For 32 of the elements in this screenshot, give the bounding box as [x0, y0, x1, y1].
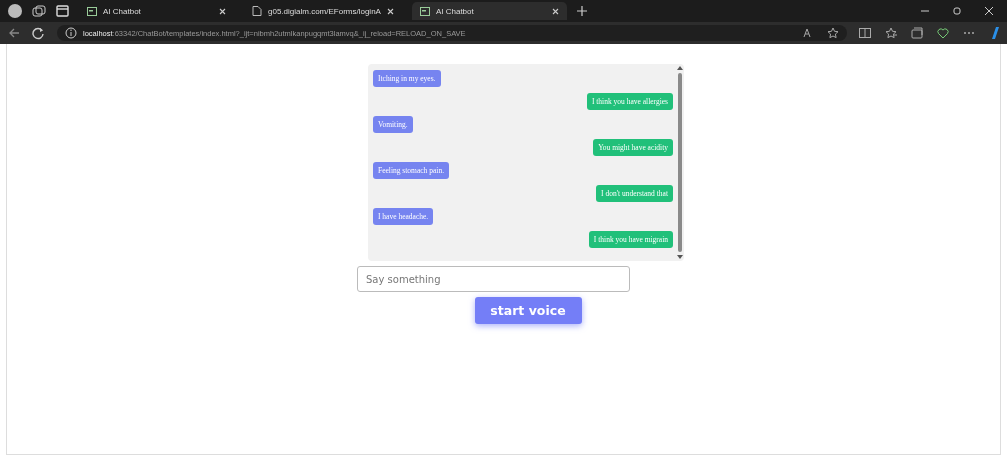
split-screen-icon[interactable]	[859, 27, 871, 39]
collections-icon[interactable]	[911, 27, 923, 39]
read-aloud-icon[interactable]	[803, 28, 813, 38]
scrollbar[interactable]	[675, 64, 684, 261]
app-icon	[419, 6, 430, 16]
close-icon[interactable]	[219, 7, 226, 15]
message-field[interactable]: Say something	[357, 266, 630, 292]
app-icon	[87, 6, 97, 16]
scroll-up-icon[interactable]	[676, 66, 683, 70]
browser-tab[interactable]: AI Chatbot	[411, 2, 567, 20]
star-icon[interactable]	[827, 27, 839, 39]
favorites-icon[interactable]	[885, 27, 897, 39]
close-icon[interactable]	[551, 7, 559, 15]
new-tab-icon[interactable]	[576, 6, 587, 16]
browser-tab[interactable]: AI Chatbot	[79, 2, 234, 20]
workspaces-icon[interactable]	[32, 5, 46, 17]
close-icon[interactable]	[386, 7, 394, 15]
tab-title: g05.digialm.com/EForms/loginA	[268, 6, 381, 16]
maximize-icon[interactable]	[953, 7, 961, 15]
page-icon	[252, 6, 262, 16]
close-icon[interactable]	[985, 7, 993, 15]
back-icon[interactable]	[8, 27, 20, 39]
tab-title: AI Chatbot	[435, 6, 475, 16]
heart-icon[interactable]	[937, 27, 949, 39]
scroll-down-icon[interactable]	[676, 255, 683, 259]
minimize-icon[interactable]	[921, 7, 929, 15]
reload-icon[interactable]	[32, 26, 45, 40]
profile-icon[interactable]	[8, 4, 22, 18]
browser-tab[interactable]: g05.digialm.com/EForms/loginA	[244, 2, 402, 20]
tab-title: AI Chatbot	[103, 6, 142, 16]
info-icon[interactable]	[65, 27, 77, 39]
tab-actions-icon[interactable]	[56, 5, 69, 17]
